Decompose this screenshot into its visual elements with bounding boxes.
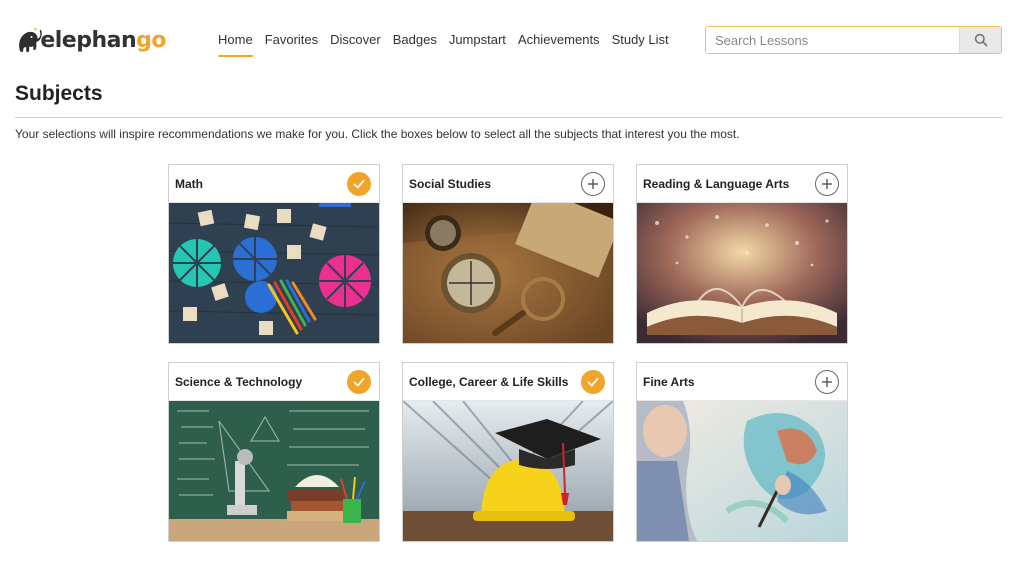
- card-title: Social Studies: [409, 176, 492, 191]
- main-nav: Home Favorites Discover Badges Jumpstart…: [218, 32, 681, 57]
- card-title: Fine Arts: [643, 374, 695, 389]
- subject-card-college-career-life-skills[interactable]: College, Career & Life Skills: [402, 362, 614, 542]
- plus-icon: [822, 178, 832, 189]
- subject-card-math[interactable]: Math: [168, 164, 380, 344]
- search-box: [705, 26, 1002, 54]
- card-title: Reading & Language Arts: [643, 176, 790, 191]
- search-button[interactable]: [959, 27, 1001, 53]
- header: elephango Home Favorites Discover Badges…: [0, 0, 1024, 78]
- check-icon: [353, 377, 365, 386]
- card-header: Fine Arts: [637, 363, 847, 401]
- card-header: Social Studies: [403, 165, 613, 203]
- college-career-image: [403, 401, 613, 541]
- nav-item-badges[interactable]: Badges: [393, 32, 437, 53]
- add-badge[interactable]: [815, 171, 839, 196]
- selected-badge[interactable]: [347, 171, 371, 196]
- card-title: Math: [175, 176, 203, 191]
- search-input[interactable]: [706, 27, 959, 53]
- social-studies-image: [403, 203, 613, 343]
- search-icon: [974, 33, 987, 47]
- subject-card-fine-arts[interactable]: Fine Arts: [636, 362, 848, 542]
- brand-name: elephango: [40, 27, 166, 53]
- subject-card-reading-language-arts[interactable]: Reading & Language Arts: [636, 164, 848, 344]
- science-image: [169, 401, 379, 541]
- divider: [15, 117, 1002, 118]
- nav-item-study-list[interactable]: Study List: [612, 32, 669, 53]
- check-icon: [353, 179, 365, 188]
- card-header: Reading & Language Arts: [637, 165, 847, 203]
- fine-arts-image: [637, 401, 847, 541]
- nav-item-home[interactable]: Home: [218, 32, 253, 57]
- card-header: Math: [169, 165, 379, 203]
- nav-item-favorites[interactable]: Favorites: [265, 32, 318, 53]
- add-badge[interactable]: [815, 369, 839, 394]
- nav-item-jumpstart[interactable]: Jumpstart: [449, 32, 506, 53]
- add-badge[interactable]: [581, 171, 605, 196]
- math-image: [169, 203, 379, 343]
- plus-icon: [588, 178, 598, 189]
- card-title: Science & Technology: [175, 374, 303, 389]
- card-header: Science & Technology: [169, 363, 379, 401]
- card-header: College, Career & Life Skills: [403, 363, 613, 401]
- card-title: College, Career & Life Skills: [409, 374, 569, 389]
- elephant-logo-icon: [19, 26, 42, 53]
- page-title: Subjects: [15, 82, 103, 105]
- selected-badge[interactable]: [581, 369, 605, 394]
- nav-item-discover[interactable]: Discover: [330, 32, 381, 53]
- check-icon: [587, 377, 599, 386]
- reading-image: [637, 203, 847, 343]
- plus-icon: [822, 376, 832, 387]
- nav-item-achievements[interactable]: Achievements: [518, 32, 600, 53]
- subject-card-social-studies[interactable]: Social Studies: [402, 164, 614, 344]
- selected-badge[interactable]: [347, 369, 371, 394]
- subject-card-science-technology[interactable]: Science & Technology: [168, 362, 380, 542]
- intro-text: Your selections will inspire recommendat…: [15, 127, 740, 141]
- logo[interactable]: elephango: [16, 14, 166, 66]
